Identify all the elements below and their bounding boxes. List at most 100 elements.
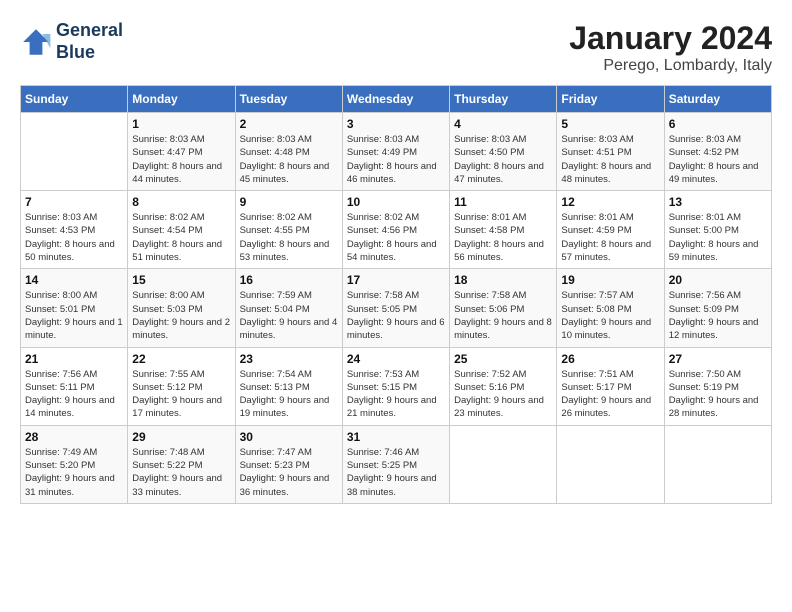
day-number: 11 <box>454 195 552 209</box>
calendar-cell: 18 Sunrise: 7:58 AMSunset: 5:06 PMDayligh… <box>450 269 557 347</box>
calendar-cell: 31 Sunrise: 7:46 AMSunset: 5:25 PMDayligh… <box>342 425 449 503</box>
day-info: Sunrise: 8:01 AMSunset: 4:58 PMDaylight:… <box>454 211 552 264</box>
calendar-week-0: 1 Sunrise: 8:03 AMSunset: 4:47 PMDaylight… <box>21 113 772 191</box>
calendar-cell: 12 Sunrise: 8:01 AMSunset: 4:59 PMDayligh… <box>557 191 664 269</box>
calendar-cell: 14 Sunrise: 8:00 AMSunset: 5:01 PMDayligh… <box>21 269 128 347</box>
calendar-cell: 9 Sunrise: 8:02 AMSunset: 4:55 PMDaylight… <box>235 191 342 269</box>
day-number: 2 <box>240 117 338 131</box>
calendar-cell: 19Sunrise: 7:57 AMSunset: 5:08 PMDayligh… <box>557 269 664 347</box>
day-info: Sunrise: 7:49 AMSunset: 5:20 PMDaylight:… <box>25 446 123 499</box>
day-info: Sunrise: 7:55 AMSunset: 5:12 PMDaylight:… <box>132 368 230 421</box>
weekday-header-monday: Monday <box>128 86 235 113</box>
title-block: January 2024 Perego, Lombardy, Italy <box>569 20 772 75</box>
calendar-cell <box>21 113 128 191</box>
day-number: 22 <box>132 352 230 366</box>
calendar-cell <box>450 425 557 503</box>
day-number: 13 <box>669 195 767 209</box>
weekday-header-row: SundayMondayTuesdayWednesdayThursdayFrid… <box>21 86 772 113</box>
calendar-cell <box>557 425 664 503</box>
day-info: Sunrise: 8:00 AMSunset: 5:01 PMDaylight:… <box>25 289 123 342</box>
day-info: Sunrise: 8:03 AMSunset: 4:51 PMDaylight:… <box>561 133 659 186</box>
calendar-cell: 8 Sunrise: 8:02 AMSunset: 4:54 PMDaylight… <box>128 191 235 269</box>
day-info: Sunrise: 7:54 AMSunset: 5:13 PMDaylight:… <box>240 368 338 421</box>
calendar-cell: 6 Sunrise: 8:03 AMSunset: 4:52 PMDaylight… <box>664 113 771 191</box>
weekday-header-friday: Friday <box>557 86 664 113</box>
day-info: Sunrise: 8:01 AMSunset: 5:00 PMDaylight:… <box>669 211 767 264</box>
day-info: Sunrise: 7:56 AMSunset: 5:11 PMDaylight:… <box>25 368 123 421</box>
calendar-title: January 2024 <box>569 20 772 57</box>
calendar-cell: 4 Sunrise: 8:03 AMSunset: 4:50 PMDaylight… <box>450 113 557 191</box>
calendar-cell: 26Sunrise: 7:51 AMSunset: 5:17 PMDayligh… <box>557 347 664 425</box>
calendar-cell: 22 Sunrise: 7:55 AMSunset: 5:12 PMDayligh… <box>128 347 235 425</box>
calendar-cell: 11 Sunrise: 8:01 AMSunset: 4:58 PMDayligh… <box>450 191 557 269</box>
day-number: 5 <box>561 117 659 131</box>
day-info: Sunrise: 7:51 AMSunset: 5:17 PMDaylight:… <box>561 368 659 421</box>
calendar-cell <box>664 425 771 503</box>
day-number: 1 <box>132 117 230 131</box>
calendar-cell: 27 Sunrise: 7:50 AMSunset: 5:19 PMDayligh… <box>664 347 771 425</box>
logo: General Blue <box>20 20 123 63</box>
logo-line2: Blue <box>56 42 123 64</box>
day-number: 17 <box>347 273 445 287</box>
day-info: Sunrise: 8:02 AMSunset: 4:54 PMDaylight:… <box>132 211 230 264</box>
calendar-subtitle: Perego, Lombardy, Italy <box>569 57 772 75</box>
day-info: Sunrise: 7:52 AMSunset: 5:16 PMDaylight:… <box>454 368 552 421</box>
page-container: General Blue January 2024 Perego, Lombar… <box>0 0 792 514</box>
day-number: 12 <box>561 195 659 209</box>
day-info: Sunrise: 7:50 AMSunset: 5:19 PMDaylight:… <box>669 368 767 421</box>
day-info: Sunrise: 8:01 AMSunset: 4:59 PMDaylight:… <box>561 211 659 264</box>
day-number: 9 <box>240 195 338 209</box>
day-info: Sunrise: 7:58 AMSunset: 5:05 PMDaylight:… <box>347 289 445 342</box>
day-number: 8 <box>132 195 230 209</box>
calendar-table: SundayMondayTuesdayWednesdayThursdayFrid… <box>20 85 772 504</box>
day-info: Sunrise: 7:47 AMSunset: 5:23 PMDaylight:… <box>240 446 338 499</box>
logo-line1: General <box>56 20 123 42</box>
weekday-header-thursday: Thursday <box>450 86 557 113</box>
calendar-cell: 1 Sunrise: 8:03 AMSunset: 4:47 PMDaylight… <box>128 113 235 191</box>
day-number: 6 <box>669 117 767 131</box>
day-number: 21 <box>25 352 123 366</box>
day-info: Sunrise: 7:56 AMSunset: 5:09 PMDaylight:… <box>669 289 767 342</box>
calendar-cell: 24 Sunrise: 7:53 AMSunset: 5:15 PMDayligh… <box>342 347 449 425</box>
day-number: 10 <box>347 195 445 209</box>
calendar-cell: 5 Sunrise: 8:03 AMSunset: 4:51 PMDaylight… <box>557 113 664 191</box>
calendar-cell: 28Sunrise: 7:49 AMSunset: 5:20 PMDayligh… <box>21 425 128 503</box>
calendar-week-3: 21 Sunrise: 7:56 AMSunset: 5:11 PMDayligh… <box>21 347 772 425</box>
calendar-cell: 2Sunrise: 8:03 AMSunset: 4:48 PMDaylight… <box>235 113 342 191</box>
day-number: 25 <box>454 352 552 366</box>
calendar-week-1: 7Sunrise: 8:03 AMSunset: 4:53 PMDaylight… <box>21 191 772 269</box>
day-info: Sunrise: 7:53 AMSunset: 5:15 PMDaylight:… <box>347 368 445 421</box>
day-info: Sunrise: 8:03 AMSunset: 4:53 PMDaylight:… <box>25 211 123 264</box>
calendar-cell: 20 Sunrise: 7:56 AMSunset: 5:09 PMDayligh… <box>664 269 771 347</box>
calendar-cell: 7Sunrise: 8:03 AMSunset: 4:53 PMDaylight… <box>21 191 128 269</box>
day-number: 31 <box>347 430 445 444</box>
day-number: 29 <box>132 430 230 444</box>
day-number: 23 <box>240 352 338 366</box>
day-info: Sunrise: 7:57 AMSunset: 5:08 PMDaylight:… <box>561 289 659 342</box>
calendar-cell: 25 Sunrise: 7:52 AMSunset: 5:16 PMDayligh… <box>450 347 557 425</box>
day-number: 30 <box>240 430 338 444</box>
day-info: Sunrise: 7:46 AMSunset: 5:25 PMDaylight:… <box>347 446 445 499</box>
day-number: 27 <box>669 352 767 366</box>
weekday-header-saturday: Saturday <box>664 86 771 113</box>
day-number: 14 <box>25 273 123 287</box>
day-number: 20 <box>669 273 767 287</box>
day-number: 4 <box>454 117 552 131</box>
calendar-cell: 30 Sunrise: 7:47 AMSunset: 5:23 PMDayligh… <box>235 425 342 503</box>
day-info: Sunrise: 8:03 AMSunset: 4:52 PMDaylight:… <box>669 133 767 186</box>
day-info: Sunrise: 8:03 AMSunset: 4:49 PMDaylight:… <box>347 133 445 186</box>
logo-icon <box>20 26 52 58</box>
day-info: Sunrise: 7:59 AMSunset: 5:04 PMDaylight:… <box>240 289 338 342</box>
calendar-cell: 29Sunrise: 7:48 AMSunset: 5:22 PMDayligh… <box>128 425 235 503</box>
day-info: Sunrise: 8:00 AMSunset: 5:03 PMDaylight:… <box>132 289 230 342</box>
day-info: Sunrise: 7:58 AMSunset: 5:06 PMDaylight:… <box>454 289 552 342</box>
day-number: 18 <box>454 273 552 287</box>
day-info: Sunrise: 8:02 AMSunset: 4:56 PMDaylight:… <box>347 211 445 264</box>
day-number: 24 <box>347 352 445 366</box>
day-info: Sunrise: 8:03 AMSunset: 4:50 PMDaylight:… <box>454 133 552 186</box>
calendar-cell: 10 Sunrise: 8:02 AMSunset: 4:56 PMDayligh… <box>342 191 449 269</box>
calendar-cell: 3Sunrise: 8:03 AMSunset: 4:49 PMDaylight… <box>342 113 449 191</box>
calendar-cell: 23 Sunrise: 7:54 AMSunset: 5:13 PMDayligh… <box>235 347 342 425</box>
day-info: Sunrise: 8:03 AMSunset: 4:47 PMDaylight:… <box>132 133 230 186</box>
day-info: Sunrise: 8:02 AMSunset: 4:55 PMDaylight:… <box>240 211 338 264</box>
